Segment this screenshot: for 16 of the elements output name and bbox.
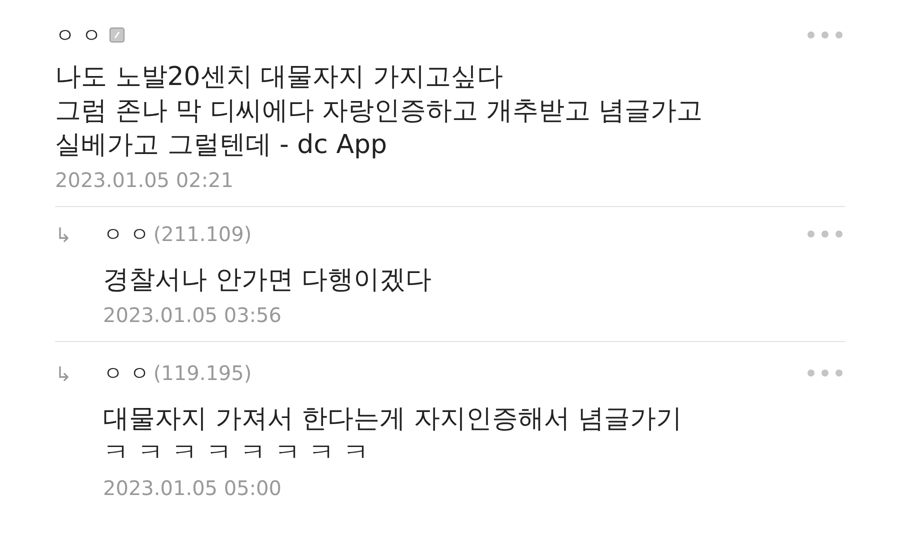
reply-arrow-icon: ↳ — [55, 358, 85, 500]
comment-date: 2023.01.05 02:21 — [55, 168, 235, 192]
comment-date: 2023.01.05 05:00 — [103, 476, 283, 500]
more-options-icon[interactable] — [805, 30, 845, 40]
nickname: ㅇ ㅇ — [103, 220, 150, 248]
comment-date: 2023.01.05 03:56 — [103, 303, 283, 327]
nickname: ㅇ ㅇ — [103, 360, 150, 386]
comment-text: 대물자지 가져서 한다는게 자지인증해서 념글가기 ㅋ ㅋ ㅋ ㅋ ㅋ ㅋ ㅋ ㅋ — [103, 403, 684, 470]
ip-address: (119.195) — [153, 361, 252, 385]
comment-text: 경찰서나 안가면 다행이겠다 — [103, 264, 433, 297]
more-options-icon[interactable] — [805, 229, 845, 239]
comment-text: 나도 노발20센치 대물자지 가지고싶다 그럼 존나 막 디씨에다 자랑인증하고 개추받고 념글가고 실베가고 그럴텐데 - dc App — [55, 61, 704, 162]
ip-address: (211.109) — [153, 222, 252, 246]
more-options-icon[interactable] — [805, 368, 845, 378]
reply-arrow-icon: ↳ — [55, 219, 85, 327]
nickname: ㅇ ㅇ — [55, 22, 102, 48]
